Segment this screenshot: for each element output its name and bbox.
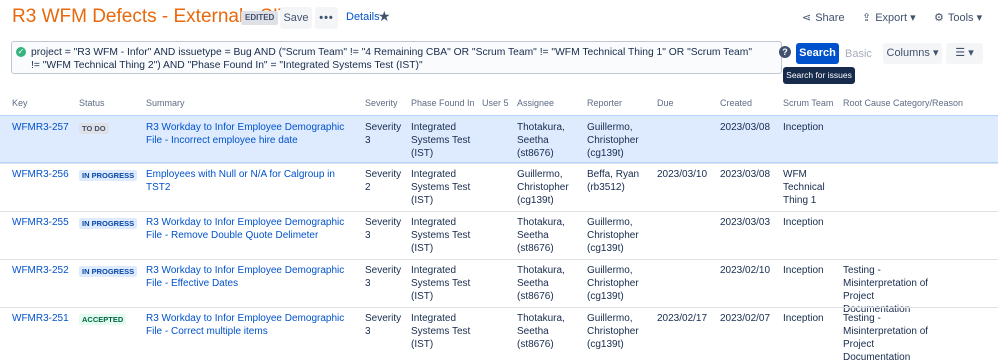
scrum-team-value: Inception <box>783 265 824 276</box>
summary-link[interactable]: R3 Workday to Infor Employee Demographic… <box>146 121 358 147</box>
tools-label: Tools <box>947 12 974 24</box>
share-button[interactable]: ⋖ Share <box>802 11 845 24</box>
summary-link[interactable]: R3 Workday to Infor Employee Demographic… <box>146 264 358 290</box>
export-icon: ⇪ <box>862 12 872 24</box>
status-badge: TO DO <box>79 123 109 134</box>
status-badge: ACCEPTED <box>79 314 127 325</box>
created-value: 2023/03/03 <box>720 217 771 228</box>
created-value: 2023/02/10 <box>720 265 771 276</box>
reporter-value: Beffa, Ryan (rb3512) <box>587 169 640 193</box>
tools-button[interactable]: ⚙ Tools ▾ <box>934 11 982 24</box>
summary-link[interactable]: R3 Workday to Infor Employee Demographic… <box>146 312 358 338</box>
table-row[interactable]: WFMR3-256 IN PROGRESS Employees with Nul… <box>0 163 998 211</box>
severity-value: Severity 3 <box>365 217 402 241</box>
severity-value: Severity 3 <box>365 122 402 146</box>
status-badge: IN PROGRESS <box>79 266 138 277</box>
summary-link[interactable]: R3 Workday to Infor Employee Demographic… <box>146 216 358 242</box>
column-header-reporter[interactable]: Reporter <box>587 98 622 108</box>
chevron-down-icon: ▾ <box>907 12 916 24</box>
assignee-value: Thotakura, Seetha (st8676) <box>517 122 565 159</box>
list-layout-icon: ☰ <box>955 47 966 59</box>
column-header-severity[interactable]: Severity <box>365 98 398 108</box>
table-row[interactable]: WFMR3-257 TO DO R3 Workday to Infor Empl… <box>0 115 998 163</box>
column-header-status[interactable]: Status <box>79 98 105 108</box>
gear-icon: ⚙ <box>934 12 944 24</box>
jql-query-text[interactable]: project = "R3 WFM - Infor" AND issuetype… <box>31 46 761 72</box>
table-row[interactable]: WFMR3-255 IN PROGRESS R3 Workday to Info… <box>0 211 998 259</box>
layout-switcher-button[interactable]: ☰ ▾ <box>946 43 983 64</box>
details-link[interactable]: Details <box>346 11 380 23</box>
page-header: R3 WFM Defects - External - SIT EDITED S… <box>0 0 998 38</box>
share-icon: ⋖ <box>802 12 812 24</box>
export-button[interactable]: ⇪ Export ▾ <box>862 11 916 24</box>
assignee-value: Guillermo, Christopher (cg139t) <box>517 169 569 206</box>
reporter-value: Guillermo, Christopher (cg139t) <box>587 265 639 302</box>
phase-value: Integrated Systems Test (IST) <box>411 122 471 159</box>
phase-value: Integrated Systems Test (IST) <box>411 265 471 302</box>
summary-link[interactable]: Employees with Null or N/A for Calgroup … <box>146 168 358 194</box>
column-header-scrum-team[interactable]: Scrum Team <box>783 98 833 108</box>
issue-key-link[interactable]: WFMR3-255 <box>12 216 69 229</box>
issue-key-link[interactable]: WFMR3-256 <box>12 168 69 181</box>
chevron-down-icon: ▾ <box>929 47 939 59</box>
share-label: Share <box>815 12 845 24</box>
due-value: 2023/03/10 <box>657 169 708 180</box>
export-label: Export <box>875 12 908 24</box>
table-row[interactable]: WFMR3-251 ACCEPTED R3 Workday to Infor E… <box>0 307 998 362</box>
table-row[interactable]: WFMR3-252 IN PROGRESS R3 Workday to Info… <box>0 259 998 315</box>
severity-value: Severity 2 <box>365 169 402 193</box>
columns-label: Columns <box>886 47 930 59</box>
column-header-user5[interactable]: User 5 <box>482 98 509 108</box>
column-header-due[interactable]: Due <box>657 98 674 108</box>
due-value: 2023/02/17 <box>657 313 708 324</box>
scrum-team-value: Inception <box>783 217 824 228</box>
jql-search-input[interactable]: ✓ project = "R3 WFM - Infor" AND issuety… <box>11 41 782 74</box>
column-header-root-cause[interactable]: Root Cause Category/Reason <box>843 98 963 108</box>
created-value: 2023/03/08 <box>720 122 771 133</box>
column-header-created[interactable]: Created <box>720 98 752 108</box>
star-icon[interactable]: ★ <box>378 8 391 25</box>
created-value: 2023/02/07 <box>720 313 771 324</box>
status-badge: IN PROGRESS <box>79 170 138 181</box>
assignee-value: Thotakura, Seetha (st8676) <box>517 265 565 302</box>
scrum-team-value: WFM Technical Thing 1 <box>783 169 825 206</box>
columns-button[interactable]: Columns ▾ <box>883 43 942 64</box>
help-icon[interactable]: ? <box>779 46 791 58</box>
save-button[interactable]: Save <box>280 7 312 29</box>
issue-key-link[interactable]: WFMR3-257 <box>12 121 69 134</box>
created-value: 2023/03/08 <box>720 169 771 180</box>
reporter-value: Guillermo, Christopher (cg139t) <box>587 217 639 254</box>
check-circle-icon: ✓ <box>16 47 26 57</box>
phase-value: Integrated Systems Test (IST) <box>411 313 471 350</box>
scrum-team-value: Inception <box>783 313 824 324</box>
edited-badge: EDITED <box>241 11 279 25</box>
assignee-value: Thotakura, Seetha (st8676) <box>517 313 565 350</box>
issue-key-link[interactable]: WFMR3-251 <box>12 312 69 325</box>
reporter-value: Guillermo, Christopher (cg139t) <box>587 122 639 159</box>
root-cause-value: Testing - Misinterpretation of Project D… <box>843 313 929 362</box>
status-badge: IN PROGRESS <box>79 218 138 229</box>
search-tooltip: Search for issues <box>783 67 855 84</box>
column-header-assignee[interactable]: Assignee <box>517 98 554 108</box>
column-header-phase[interactable]: Phase Found In <box>411 98 475 108</box>
severity-value: Severity 3 <box>365 265 402 289</box>
column-header-key[interactable]: Key <box>12 98 28 108</box>
search-button[interactable]: Search <box>796 43 839 64</box>
column-header-summary[interactable]: Summary <box>146 98 185 108</box>
phase-value: Integrated Systems Test (IST) <box>411 217 471 254</box>
chevron-down-icon: ▾ <box>965 47 974 59</box>
reporter-value: Guillermo, Christopher (cg139t) <box>587 313 639 350</box>
chevron-down-icon: ▾ <box>973 12 983 24</box>
issue-key-link[interactable]: WFMR3-252 <box>12 264 69 277</box>
assignee-value: Thotakura, Seetha (st8676) <box>517 217 565 254</box>
scrum-team-value: Inception <box>783 122 824 133</box>
basic-search-link[interactable]: Basic <box>845 48 872 60</box>
severity-value: Severity 3 <box>365 313 402 337</box>
phase-value: Integrated Systems Test (IST) <box>411 169 471 206</box>
more-options-button[interactable]: ••• <box>315 7 338 29</box>
